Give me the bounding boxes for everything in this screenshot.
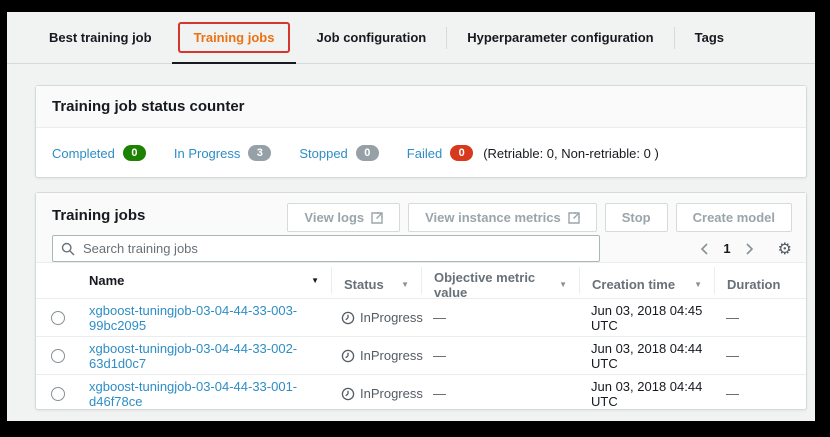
console-page: Best training job Training jobs Job conf… [7,12,815,421]
counter-stopped-link[interactable]: Stopped [299,146,347,161]
training-jobs-panel: Training jobs View logs View instance me… [35,192,807,410]
tab-hyperparameter-configuration[interactable]: Hyperparameter configuration [447,12,673,63]
row-radio[interactable] [51,311,65,325]
counter-completed-link[interactable]: Completed [52,146,115,161]
objective-value: — [421,310,579,325]
external-link-icon [371,212,383,224]
status-text: InProgress [360,348,423,363]
tab-tags[interactable]: Tags [675,12,744,63]
view-logs-button[interactable]: View logs [287,203,400,232]
sort-filter-icon[interactable]: ▼ [311,276,319,285]
sort-filter-icon[interactable]: ▼ [694,280,702,289]
annotation-highlight-box: Training jobs [178,22,291,53]
creation-time: Jun 03, 2018 04:44 UTC [579,341,714,371]
counter-failed-link[interactable]: Failed [407,146,442,161]
stop-button[interactable]: Stop [605,203,668,232]
duration-value: — [714,310,806,325]
status-cell: InProgress [331,310,421,325]
table-row: xgboost-tuningjob-03-04-44-33-003-99bc20… [36,299,806,337]
column-label: Status [344,277,384,292]
column-label: Creation time [592,277,675,292]
search-input[interactable] [81,240,591,257]
column-header-creation-time[interactable]: Creation time ▼ [579,267,714,294]
status-text: InProgress [360,310,423,325]
previous-page-icon[interactable] [700,243,709,255]
sort-filter-icon[interactable]: ▼ [559,280,567,289]
status-badge: 3 [248,145,271,161]
external-link-icon [568,212,580,224]
column-label: Duration [727,277,780,292]
button-label: View instance metrics [425,210,561,225]
status-cell: InProgress [331,348,421,363]
tab-training-jobs[interactable]: Training jobs [172,12,297,64]
status-text: InProgress [360,386,423,401]
table-row: xgboost-tuningjob-03-04-44-33-001-d46f78… [36,375,806,412]
tab-job-configuration[interactable]: Job configuration [296,12,446,63]
objective-value: — [421,386,579,401]
button-label: Create model [693,210,775,225]
column-label: Objective metric value [434,270,559,300]
duration-value: — [714,348,806,363]
search-icon [61,242,75,256]
tab-label: Tags [695,30,724,45]
next-page-icon[interactable] [745,243,754,255]
status-badge: 0 [450,145,473,161]
job-name-link[interactable]: xgboost-tuningjob-03-04-44-33-001-d46f78… [89,379,297,409]
in-progress-clock-icon [341,387,355,401]
button-label: View logs [304,210,364,225]
status-cell: InProgress [331,386,421,401]
action-buttons: View logs View instance metrics Stop Cre… [287,203,792,232]
counter-completed: Completed 0 [52,145,146,161]
objective-value: — [421,348,579,363]
job-name-link[interactable]: xgboost-tuningjob-03-04-44-33-003-99bc20… [89,303,297,333]
failed-retriable-note: (Retriable: 0, Non-retriable: 0 ) [483,146,659,161]
tab-label: Hyperparameter configuration [467,30,653,45]
settings-gear-icon[interactable]: ⚙ [778,241,792,257]
view-instance-metrics-button[interactable]: View instance metrics [408,203,597,232]
training-jobs-header: Training jobs View logs View instance me… [36,193,806,263]
creation-time: Jun 03, 2018 04:45 UTC [579,303,714,333]
status-badge: 0 [123,145,146,161]
column-header-objective[interactable]: Objective metric value ▼ [421,267,579,294]
sort-filter-icon[interactable]: ▼ [401,280,409,289]
table-row: xgboost-tuningjob-03-04-44-33-002-63d1d0… [36,337,806,375]
column-label: Name [89,273,124,288]
create-model-button[interactable]: Create model [676,203,792,232]
tab-label: Best training job [49,30,152,45]
duration-value: — [714,386,806,401]
status-counters: Completed 0 In Progress 3 Stopped 0 Fail… [36,128,806,178]
pagination: 1 ⚙ [700,241,792,257]
in-progress-clock-icon [341,349,355,363]
page-number[interactable]: 1 [723,241,730,256]
column-header-name[interactable]: Name ▼ [77,271,331,291]
counter-in-progress: In Progress 3 [174,145,271,161]
creation-time: Jun 03, 2018 04:44 UTC [579,379,714,409]
counter-in-progress-link[interactable]: In Progress [174,146,240,161]
counter-failed: Failed 0 [407,145,473,161]
button-label: Stop [622,210,651,225]
row-radio[interactable] [51,387,65,401]
in-progress-clock-icon [341,311,355,325]
status-counter-header: Training job status counter [36,86,806,128]
status-badge: 0 [356,145,379,161]
row-radio[interactable] [51,349,65,363]
tab-label: Training jobs [194,30,275,45]
counter-stopped: Stopped 0 [299,145,378,161]
search-row: 1 ⚙ [52,235,792,262]
table-header: Name ▼ Status ▼ Objective metric value ▼… [36,263,806,299]
search-box[interactable] [52,235,600,262]
status-counter-panel: Training job status counter Completed 0 … [35,85,807,178]
column-header-status[interactable]: Status ▼ [331,267,421,294]
panel-title: Training jobs [52,207,145,224]
panel-title: Training job status counter [52,98,245,115]
tab-bar: Best training job Training jobs Job conf… [7,12,815,64]
tab-best-training-job[interactable]: Best training job [29,12,172,63]
column-header-duration[interactable]: Duration [714,267,806,294]
tab-label: Job configuration [316,30,426,45]
job-name-link[interactable]: xgboost-tuningjob-03-04-44-33-002-63d1d0… [89,341,297,371]
